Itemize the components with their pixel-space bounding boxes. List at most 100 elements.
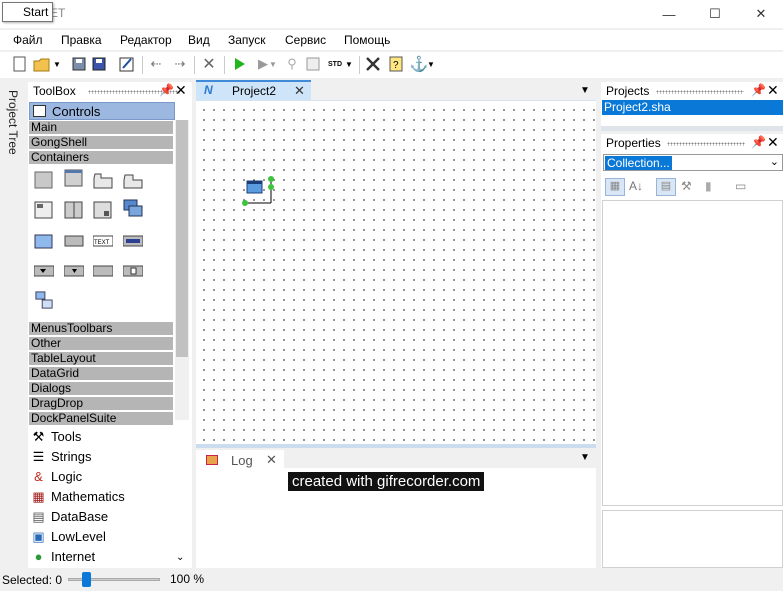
treeview-tool-icon[interactable] — [34, 291, 54, 309]
textbox-tool-icon[interactable] — [64, 232, 84, 250]
category-containers[interactable]: Containers — [29, 151, 173, 165]
properties-close-icon[interactable]: ✕ — [767, 134, 779, 151]
edit-properties-icon[interactable] — [118, 55, 136, 73]
tab-close-icon[interactable]: ✕ — [294, 83, 305, 99]
toolbox-close-icon[interactable]: ✕ — [175, 82, 187, 99]
category-dragdrop[interactable]: DragDrop — [29, 397, 173, 411]
category-tablelayout[interactable]: TableLayout — [29, 352, 173, 366]
toolbox-category-controls[interactable]: Controls — [29, 102, 175, 120]
redo-icon[interactable]: ⇢ — [171, 55, 189, 73]
anchor-dropdown-icon[interactable]: ▼ — [426, 55, 436, 73]
label-tool-icon[interactable]: TEXT — [93, 232, 113, 250]
category-dockpanelsuite[interactable]: DockPanelSuite — [29, 412, 173, 426]
menu-service[interactable]: Сервис — [285, 33, 326, 47]
save-icon[interactable] — [70, 55, 88, 73]
property-description — [602, 510, 783, 568]
combobox-tool-icon[interactable] — [34, 262, 54, 280]
project-item[interactable]: Project2.sha — [602, 100, 783, 115]
std-library-icon[interactable]: STD — [326, 55, 344, 73]
category-other[interactable]: Other — [29, 337, 173, 351]
drag-grip[interactable] — [656, 90, 744, 94]
toolbox-scroll-thumb[interactable] — [176, 120, 188, 357]
tabcontrol-tool-icon[interactable] — [93, 172, 113, 190]
toolbox-scrollbar[interactable] — [175, 120, 189, 420]
property-pages-icon[interactable]: ▭ — [735, 179, 746, 193]
category-gongshell[interactable]: GongShell — [29, 136, 173, 150]
pin-icon[interactable]: 📌 — [159, 83, 174, 97]
project-tree-tab[interactable]: Project Tree — [4, 90, 20, 170]
groupbox-tool-icon[interactable] — [64, 169, 84, 187]
lowlevel-icon: ▣ — [32, 529, 45, 544]
title-bar: m.NET Start — ☐ ✕ — [0, 0, 783, 28]
breakpoint-icon[interactable] — [304, 55, 322, 73]
save-all-icon[interactable] — [90, 55, 108, 73]
flowlayout-tool-icon[interactable] — [34, 201, 54, 219]
methods-icon[interactable]: ▮ — [705, 179, 712, 193]
log-close-icon[interactable]: ✕ — [266, 452, 277, 468]
log-icon — [206, 455, 218, 465]
step-icon[interactable]: ⚲ — [283, 55, 301, 73]
panel-tool-icon[interactable] — [34, 171, 54, 189]
calculator-icon: ▦ — [32, 489, 45, 504]
minimize-button[interactable]: — — [646, 0, 692, 28]
category-datagrid[interactable]: DataGrid — [29, 367, 173, 381]
run-dropdown-icon[interactable]: ▼ — [268, 55, 278, 73]
pin-icon[interactable]: 📌 — [751, 135, 766, 149]
form-node[interactable] — [240, 173, 280, 213]
settings-tools-icon[interactable] — [364, 55, 382, 73]
maskedtextbox-tool-icon[interactable] — [123, 232, 143, 250]
listbox-tool-icon[interactable] — [64, 262, 84, 280]
undo-icon[interactable]: ⇠ — [147, 55, 165, 73]
std-dropdown-icon[interactable]: ▼ — [344, 55, 354, 73]
logic-icon: & — [34, 469, 43, 484]
open-folder-icon[interactable] — [33, 55, 51, 73]
category-dialogs[interactable]: Dialogs — [29, 382, 173, 396]
projects-close-icon[interactable]: ✕ — [767, 82, 779, 99]
category-menustoolbars[interactable]: MenusToolbars — [29, 322, 173, 336]
open-dropdown-icon[interactable]: ▼ — [52, 55, 62, 73]
object-selector[interactable]: Collection... ⌄ — [603, 154, 783, 171]
status-bar: Selected: 0 100 % — [0, 570, 783, 591]
selected-count: Selected: 0 — [2, 573, 63, 587]
design-canvas[interactable] — [196, 100, 596, 444]
zoom-slider-thumb[interactable] — [81, 572, 91, 587]
drag-grip[interactable] — [667, 142, 745, 146]
log-dropdown-icon[interactable]: ▼ — [580, 452, 590, 463]
properties-toolbar: ▦ A↓ ▤ ⚒ ▮ ▭ — [603, 176, 783, 198]
globe-icon: ● — [34, 549, 43, 564]
delete-icon[interactable]: ✕ — [200, 55, 218, 73]
datetime-tool-icon[interactable] — [123, 262, 143, 280]
mdi-tool-icon[interactable] — [123, 199, 143, 217]
new-file-icon[interactable] — [11, 55, 29, 73]
events-icon[interactable]: ⚒ — [681, 179, 692, 193]
menu-view[interactable]: Вид — [188, 33, 210, 47]
properties-view-icon[interactable]: ▤ — [656, 178, 676, 196]
tabpage-tool-icon[interactable] — [123, 172, 143, 190]
run-icon[interactable] — [231, 55, 249, 73]
container-tools-grid: TEXT — [29, 166, 173, 320]
close-window-button[interactable]: ✕ — [738, 0, 783, 28]
form-tool-icon[interactable] — [34, 232, 54, 250]
property-grid[interactable] — [602, 200, 783, 506]
splitter[interactable] — [601, 126, 783, 131]
pin-icon[interactable]: 📌 — [751, 83, 766, 97]
category-main[interactable]: Main — [29, 121, 173, 135]
numeric-tool-icon[interactable] — [93, 262, 113, 280]
tab-project2[interactable]: N Project2 ✕ — [196, 80, 311, 100]
menu-edit[interactable]: Правка — [61, 33, 102, 47]
menu-run[interactable]: Запуск — [228, 33, 266, 47]
menu-file[interactable]: Файл — [13, 33, 43, 47]
document-list-dropdown-icon[interactable]: ▼ — [580, 85, 590, 96]
splitcontainer-tool-icon[interactable] — [64, 201, 84, 219]
tab-label: Project2 — [232, 84, 277, 98]
menu-editor[interactable]: Редактор — [120, 33, 172, 47]
scrollpanel-tool-icon[interactable] — [93, 201, 113, 219]
toolbox-title: ToolBox — [33, 84, 76, 98]
categorized-icon[interactable]: ▦ — [605, 178, 625, 196]
menu-help[interactable]: Помощь — [344, 33, 390, 47]
scroll-down-icon[interactable]: ⌄ — [176, 552, 184, 563]
help-icon[interactable]: ? — [387, 55, 405, 73]
alphabetical-icon[interactable]: A↓ — [629, 179, 643, 193]
tab-log[interactable]: Log ✕ — [196, 450, 284, 470]
maximize-button[interactable]: ☐ — [692, 0, 738, 28]
